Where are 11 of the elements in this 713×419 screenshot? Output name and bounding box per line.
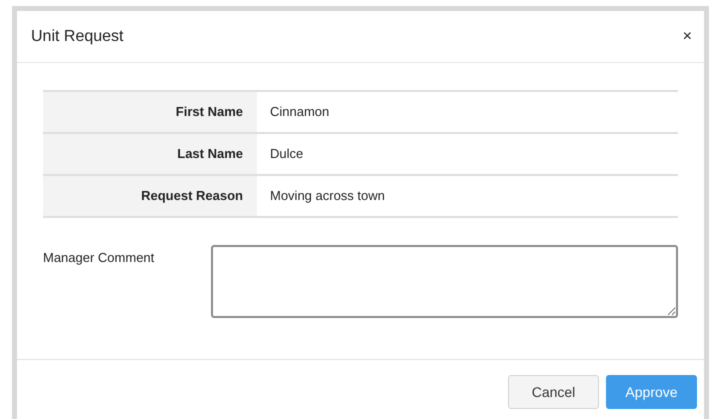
field-label: First Name — [43, 92, 257, 132]
dialog-title: Unit Request — [31, 26, 124, 46]
field-value: Moving across town — [269, 187, 386, 206]
field-label: Last Name — [43, 134, 257, 174]
cancel-button[interactable]: Cancel — [508, 375, 599, 409]
close-button[interactable]: × — [678, 24, 696, 48]
field-label: Request Reason — [43, 176, 257, 216]
comment-field[interactable] — [211, 245, 678, 318]
field-value: Cinnamon — [269, 103, 330, 122]
field-value: Dulce — [269, 145, 304, 164]
comment-label: Manager Comment — [43, 249, 156, 267]
